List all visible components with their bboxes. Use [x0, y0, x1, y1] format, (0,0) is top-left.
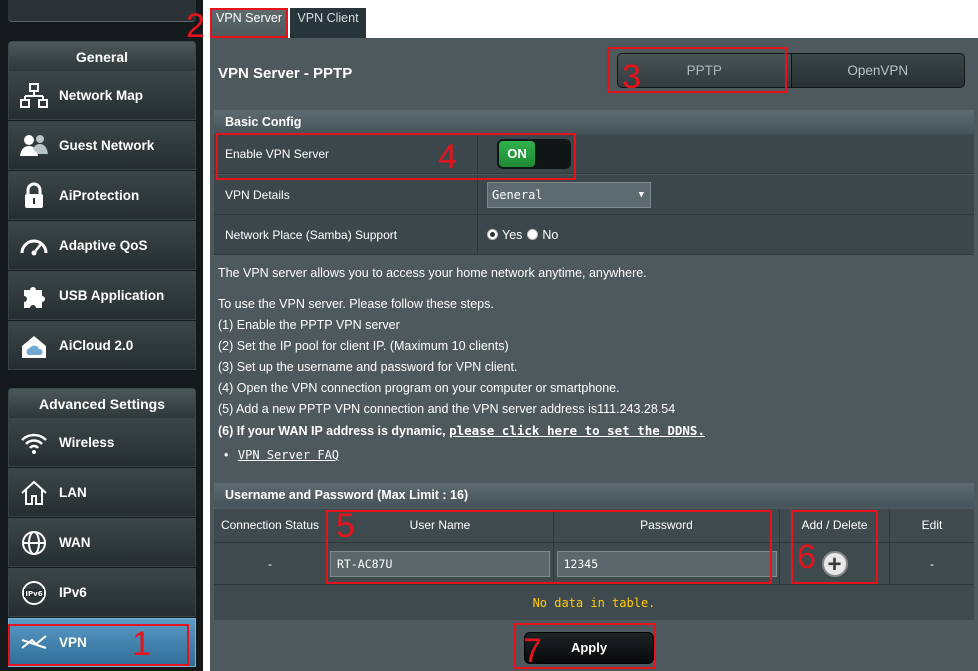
annotation-box-2 — [210, 8, 288, 38]
samba-yes-radio[interactable] — [487, 229, 498, 240]
sidebar-item-wireless[interactable]: Wireless — [8, 418, 196, 467]
step-1-text: (1) Enable the PPTP VPN server — [218, 318, 400, 332]
vpn-server-faq-link[interactable]: VPN Server FAQ — [238, 448, 339, 462]
puzzle-icon — [9, 271, 59, 320]
annotation-number-1: 1 — [132, 625, 151, 663]
sidebar-item-network-map[interactable]: Network Map — [8, 71, 196, 120]
sidebar: General Network Map Guest Network AiProt… — [0, 0, 203, 671]
guest-network-icon — [9, 121, 59, 170]
faq-bullet: • — [224, 448, 229, 462]
sidebar-item-label: Adaptive QoS — [59, 238, 148, 253]
page-title: VPN Server - PPTP — [218, 65, 353, 82]
step-5-text: (5) Add a new PPTP VPN connection and th… — [218, 402, 676, 416]
cloud-icon — [9, 321, 59, 370]
sidebar-item-label: Guest Network — [59, 138, 155, 153]
sidebar-item-label: IPv6 — [59, 585, 87, 600]
col-edit: Edit — [921, 518, 943, 532]
wifi-icon — [9, 418, 59, 467]
openvpn-mode-button[interactable]: OpenVPN — [790, 54, 964, 87]
ddns-link[interactable]: please click here to set the DDNS. — [449, 423, 705, 438]
samba-row: Network Place (Samba) Support Yes No — [214, 215, 974, 255]
speedometer-icon — [9, 221, 59, 270]
vpn-details-label: VPN Details — [214, 175, 478, 214]
sidebar-item-label: Network Map — [59, 88, 144, 103]
col-connection-status: Connection Status — [214, 509, 327, 542]
sidebar-item-guest-network[interactable]: Guest Network — [8, 121, 196, 170]
steps-intro-text: To use the VPN server. Please follow the… — [218, 297, 494, 311]
annotation-box-5 — [326, 510, 772, 584]
sidebar-item-wan[interactable]: WAN — [8, 518, 196, 567]
samba-label: Network Place (Samba) Support — [214, 215, 478, 254]
step-6-text: (6) If your WAN IP address is dynamic, p… — [218, 420, 705, 442]
step-3-text: (3) Set up the username and password for… — [218, 360, 518, 374]
annotation-number-2: 2 — [186, 7, 205, 45]
lock-icon — [9, 171, 59, 220]
annotation-number-5: 5 — [336, 507, 355, 545]
sidebar-top-bar — [8, 0, 196, 22]
sidebar-item-usb-application[interactable]: USB Application — [8, 271, 196, 320]
userpass-header: Username and Password (Max Limit : 16) — [214, 483, 974, 507]
samba-no-label: No — [542, 227, 559, 242]
annotation-number-6: 6 — [797, 538, 816, 576]
sidebar-item-lan[interactable]: LAN — [8, 468, 196, 517]
svg-text:IPv6: IPv6 — [25, 590, 42, 598]
advanced-settings-header: Advanced Settings — [8, 388, 196, 418]
annotation-number-4: 4 — [438, 138, 457, 176]
globe-icon — [9, 518, 59, 567]
step-4-text: (4) Open the VPN connection program on y… — [218, 381, 620, 395]
annotation-number-7: 7 — [523, 632, 542, 670]
sidebar-item-label: WAN — [59, 535, 91, 550]
samba-yes-label: Yes — [502, 227, 523, 242]
sidebar-item-aiprotection[interactable]: AiProtection — [8, 171, 196, 220]
sidebar-item-label: LAN — [59, 485, 87, 500]
dropdown-arrow-icon: ▼ — [638, 189, 644, 200]
step-2-text: (2) Set the IP pool for client IP. (Maxi… — [218, 339, 509, 353]
faq-line: • VPN Server FAQ — [224, 445, 339, 466]
general-header: General — [8, 41, 196, 71]
sidebar-item-label: AiCloud 2.0 — [59, 338, 134, 353]
vpn-details-select[interactable]: General ▼ — [487, 181, 651, 208]
sidebar-item-ipv6[interactable]: IPv6 IPv6 — [8, 568, 196, 617]
step-6-label: (6) If your WAN IP address is dynamic, — [218, 424, 446, 438]
tab-vpn-client[interactable]: VPN Client — [290, 8, 366, 38]
annotation-box-4 — [216, 133, 576, 180]
no-data-message: No data in table. — [214, 584, 974, 620]
vpn-intro-text: The VPN server allows you to access your… — [218, 266, 647, 280]
ipv6-globe-icon: IPv6 — [9, 568, 59, 617]
sidebar-item-aicloud[interactable]: AiCloud 2.0 — [8, 321, 196, 370]
basic-config-header: Basic Config — [214, 110, 974, 134]
vpn-details-row: VPN Details General ▼ — [214, 175, 974, 215]
sidebar-item-adaptive-qos[interactable]: Adaptive QoS — [8, 221, 196, 270]
row-status: - — [214, 543, 327, 585]
sidebar-item-label: USB Application — [59, 288, 165, 303]
vpn-details-value: General — [492, 187, 543, 202]
network-map-icon — [9, 71, 59, 120]
annotation-box-1 — [8, 624, 189, 666]
row-edit: - — [930, 557, 934, 571]
samba-no-radio[interactable] — [527, 229, 539, 240]
sidebar-item-label: Wireless — [59, 435, 115, 450]
home-icon — [9, 468, 59, 517]
annotation-number-3: 3 — [622, 58, 641, 96]
sidebar-item-label: AiProtection — [59, 188, 140, 203]
